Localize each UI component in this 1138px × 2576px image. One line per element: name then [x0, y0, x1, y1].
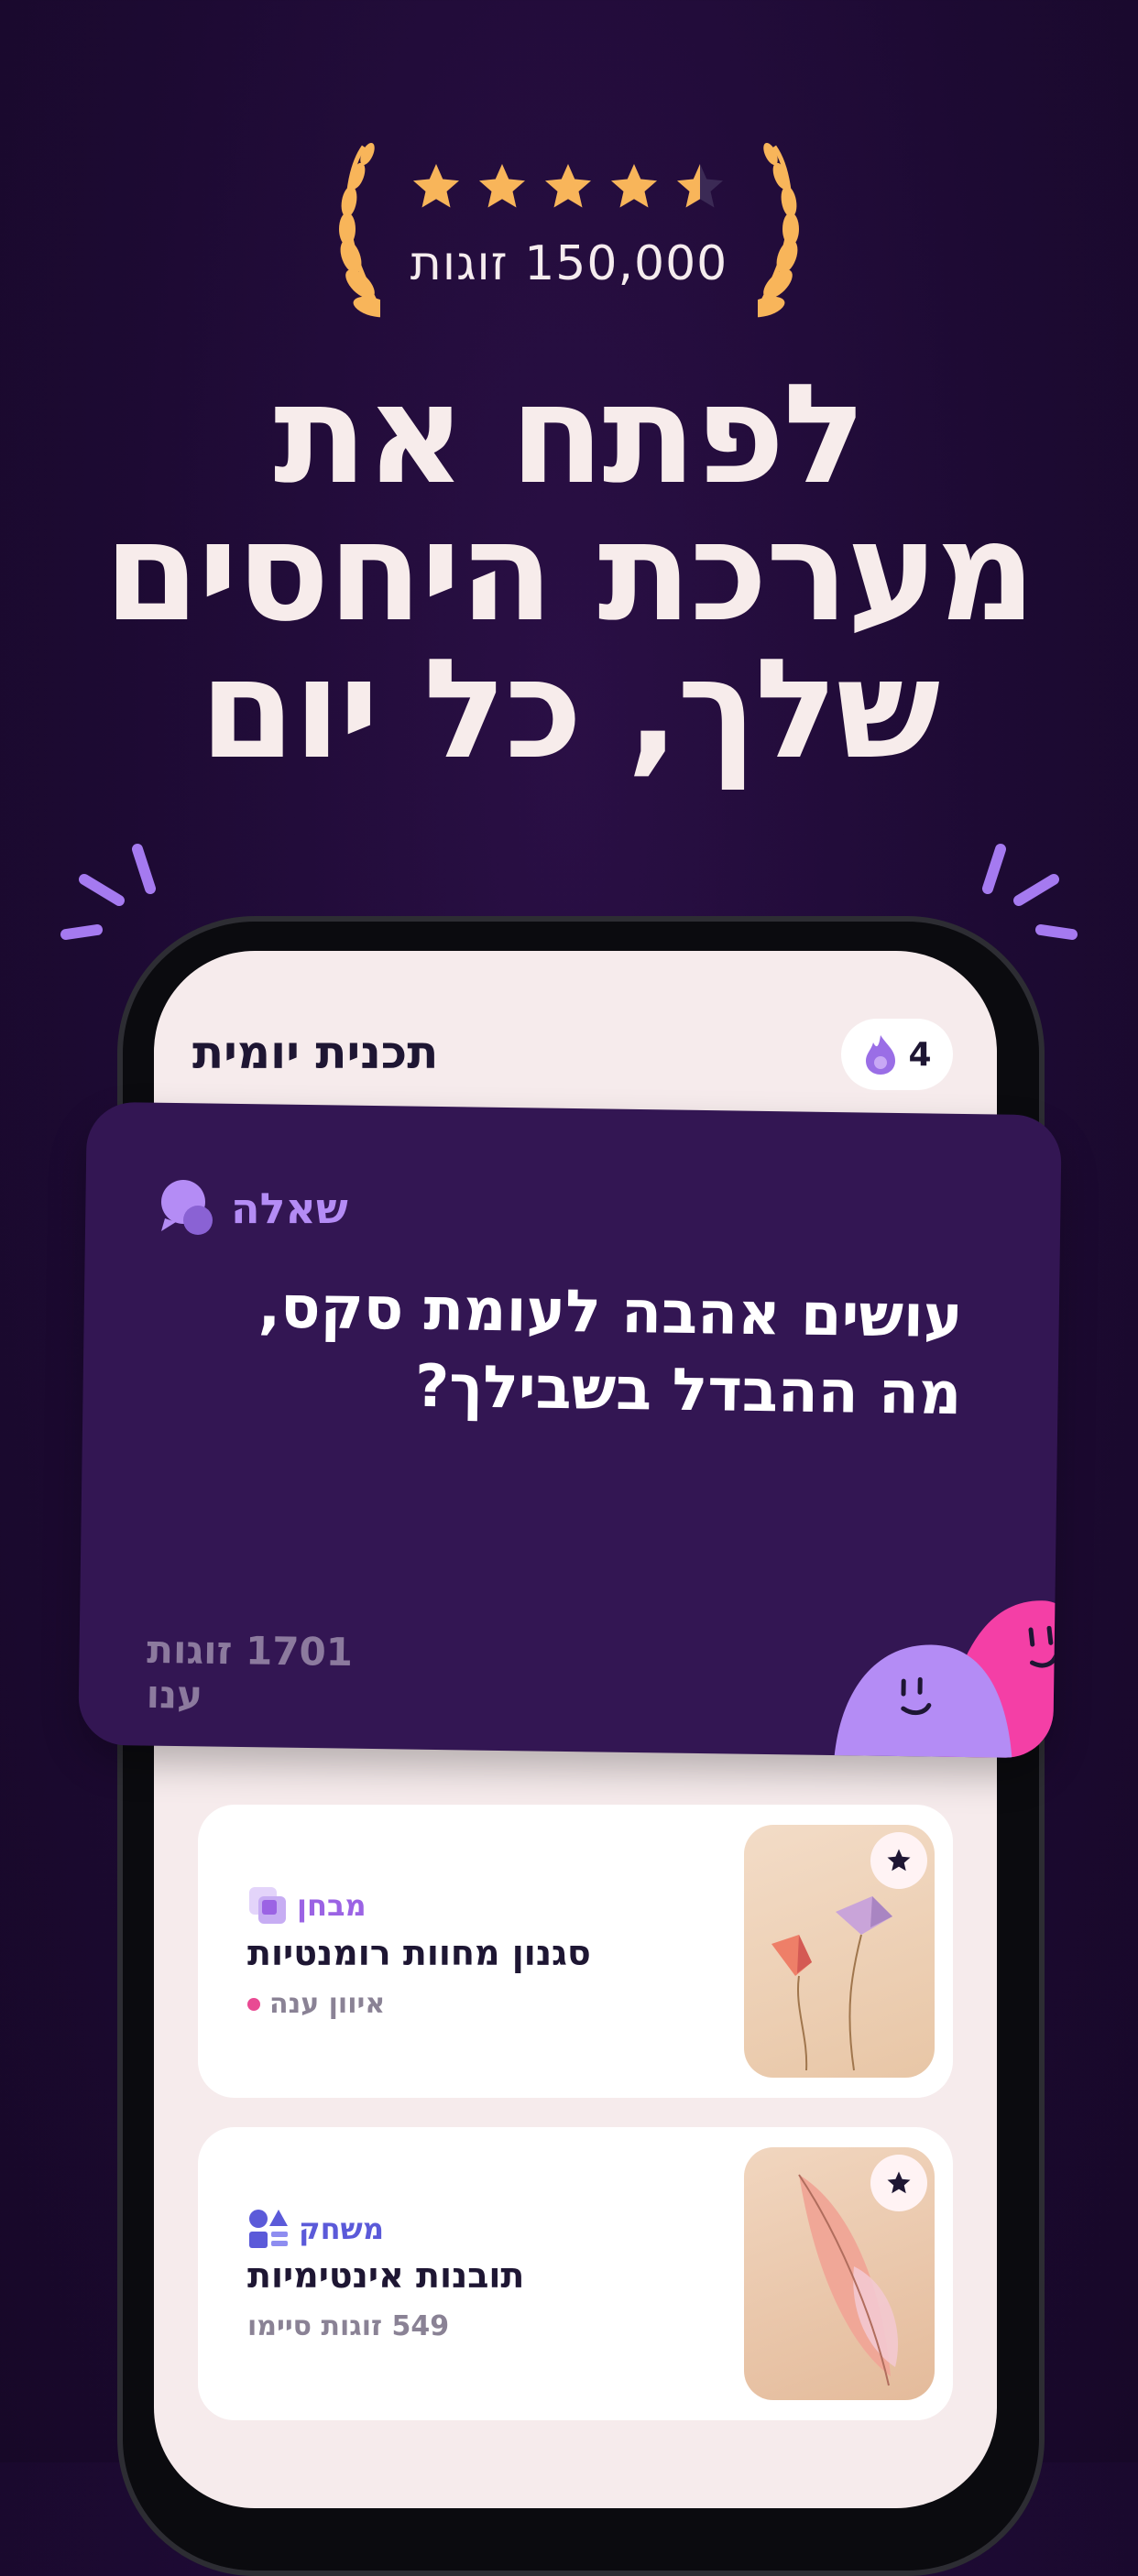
- rating-star-icon: [607, 159, 662, 214]
- question-type-badge: שאלה: [158, 1178, 348, 1239]
- headline: לפתח את מערכת היחסים שלך, כל יום: [55, 366, 1083, 779]
- question-text: עושים אהבה לעומת סקס, מה ההבדל בשבילך?: [155, 1268, 963, 1433]
- headline-line-3: שלך, כל יום: [55, 641, 1083, 779]
- item-meta: איוון ענה: [247, 1988, 385, 2020]
- chat-bubbles-icon: [158, 1178, 218, 1239]
- sparkle-right-icon: [971, 838, 1081, 948]
- favorite-button[interactable]: [870, 1832, 927, 1889]
- laurel-left-icon: [307, 137, 380, 321]
- quiz-badge-label: מבחן: [297, 1888, 367, 1923]
- question-type-label: שאלה: [231, 1184, 348, 1233]
- flame-icon: [862, 1033, 899, 1075]
- item-title: תובנות אינטימיות: [247, 2255, 706, 2296]
- rating-star-icon: [673, 159, 728, 214]
- item-meta: 549 זוגות סיימו: [247, 2310, 449, 2342]
- rating-star-icon: [409, 159, 464, 214]
- list-item[interactable]: משחק תובנות אינטימיות 549 זוגות סיימו: [198, 2127, 953, 2420]
- quiz-badge: מבחן: [247, 1885, 367, 1926]
- item-title: סגנון מחוות רומנטיות: [247, 1933, 706, 1973]
- smiley-blobs-icon: [811, 1543, 1062, 1759]
- headline-line-1: לפתח את: [55, 366, 1083, 504]
- game-badge-label: משחק: [299, 2211, 384, 2246]
- favorite-button[interactable]: [870, 2155, 927, 2211]
- headline-line-2: מערכת היחסים: [55, 504, 1083, 641]
- rating-stars: [409, 159, 728, 214]
- daily-plan-title: תכנית יומית: [192, 1026, 467, 1079]
- list-item[interactable]: מבחן סגנון מחוות רומנטיות איוון ענה: [198, 1805, 953, 2098]
- quiz-squares-icon: [247, 1885, 288, 1926]
- question-answered-count: 1701 זוגות ענו: [146, 1627, 421, 1720]
- sparkle-left-icon: [57, 838, 167, 948]
- item-meta-text: 549 זוגות סיימו: [247, 2310, 449, 2342]
- rating-couples-count: 150,000 זוגות: [0, 236, 1138, 291]
- status-dot: [247, 1998, 260, 2011]
- laurel-right-icon: [758, 137, 831, 321]
- streak-badge[interactable]: 4: [841, 1019, 953, 1090]
- rating-star-icon: [541, 159, 596, 214]
- game-badge: משחק: [247, 2208, 384, 2250]
- star-icon: [885, 1847, 913, 1874]
- game-shapes-icon: [247, 2208, 290, 2250]
- streak-count: 4: [908, 1036, 931, 1074]
- rating-star-icon: [475, 159, 530, 214]
- star-icon: [885, 2169, 913, 2197]
- item-meta-text: איוון ענה: [269, 1988, 385, 2020]
